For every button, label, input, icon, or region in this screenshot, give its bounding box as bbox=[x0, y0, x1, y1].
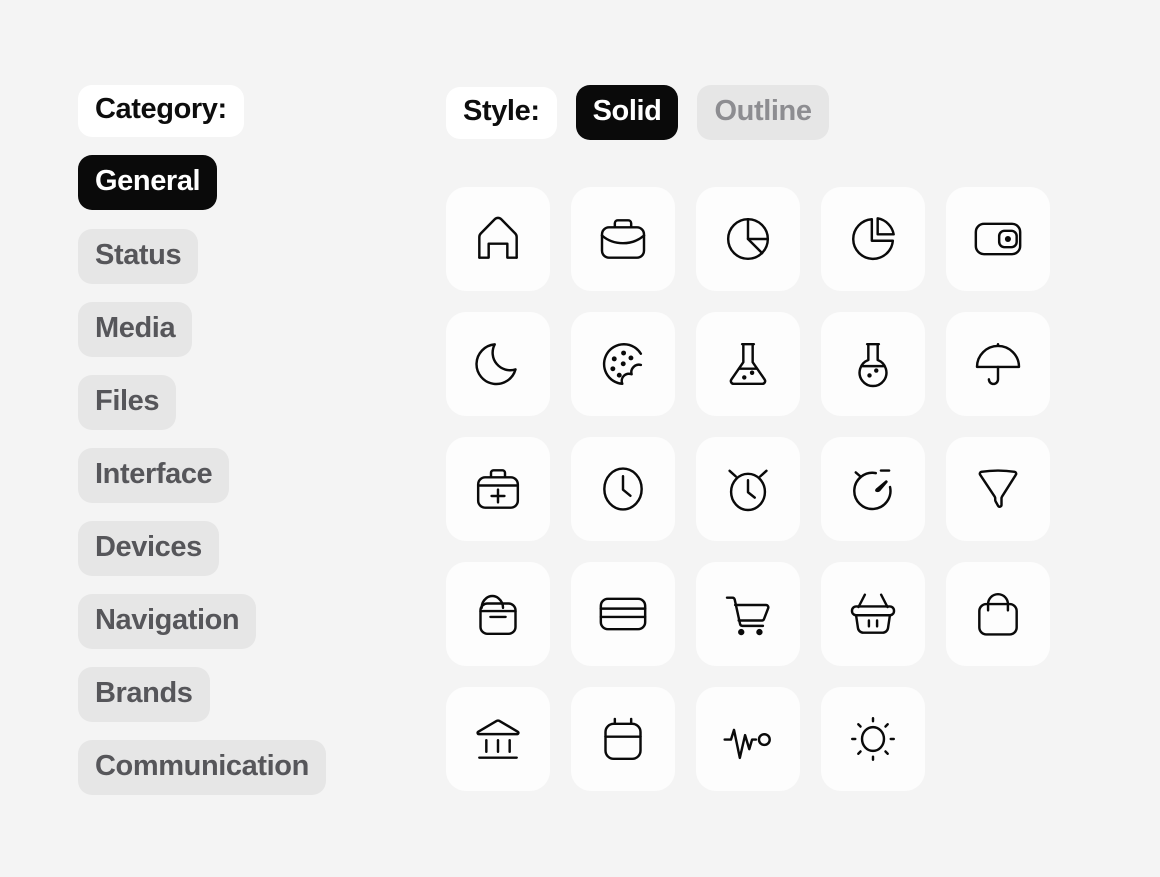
icon-card-credit-card[interactable] bbox=[571, 562, 675, 666]
icon-card-pulse-activity[interactable] bbox=[696, 687, 800, 791]
sun-icon bbox=[851, 717, 895, 761]
icon-card-clock[interactable] bbox=[571, 437, 675, 541]
icon-card-flask-round[interactable] bbox=[821, 312, 925, 416]
icon-card-bank[interactable] bbox=[446, 687, 550, 791]
sidebar-item-navigation[interactable]: Navigation bbox=[78, 594, 257, 649]
sidebar-item-interface[interactable]: Interface bbox=[78, 448, 230, 503]
style-option-solid[interactable]: Solid bbox=[575, 85, 679, 140]
category-sidebar: Category: General Status Media Files Int… bbox=[78, 85, 408, 813]
wallet-icon bbox=[974, 222, 1022, 256]
icon-grid bbox=[446, 187, 1052, 791]
sidebar-item-files[interactable]: Files bbox=[78, 375, 177, 430]
sidebar-item-general[interactable]: General bbox=[78, 155, 218, 210]
bank-icon bbox=[476, 719, 520, 759]
icon-card-stopwatch[interactable] bbox=[821, 437, 925, 541]
funnel-filter-icon bbox=[978, 469, 1018, 508]
stopwatch-icon bbox=[853, 469, 892, 511]
category-label: Category: bbox=[78, 85, 244, 137]
home-icon bbox=[478, 216, 518, 259]
style-toolbar: Style: Solid Outline bbox=[446, 85, 829, 140]
icon-card-funnel-filter[interactable] bbox=[946, 437, 1050, 541]
calendar-icon bbox=[604, 717, 642, 761]
pulse-activity-icon bbox=[723, 728, 771, 760]
icon-card-shopping-bag[interactable] bbox=[946, 562, 1050, 666]
package-box-icon bbox=[479, 594, 517, 636]
clock-icon bbox=[603, 467, 643, 511]
icon-card-wallet[interactable] bbox=[946, 187, 1050, 291]
icon-card-cookie[interactable] bbox=[571, 312, 675, 416]
pie-chart-icon bbox=[726, 217, 770, 261]
alarm-clock-icon bbox=[728, 469, 768, 512]
shopping-cart-icon bbox=[725, 596, 770, 636]
flask-round-icon bbox=[858, 342, 888, 388]
icon-card-package-box[interactable] bbox=[446, 562, 550, 666]
icon-card-moon[interactable] bbox=[446, 312, 550, 416]
icon-card-pie-chart[interactable] bbox=[696, 187, 800, 291]
style-label: Style: bbox=[446, 86, 557, 139]
credit-card-icon bbox=[599, 597, 647, 631]
icon-card-flask-conical[interactable] bbox=[696, 312, 800, 416]
sidebar-item-media[interactable]: Media bbox=[78, 302, 193, 357]
icon-card-shopping-basket[interactable] bbox=[821, 562, 925, 666]
umbrella-icon bbox=[975, 342, 1021, 386]
icon-card-briefcase[interactable] bbox=[571, 187, 675, 291]
icon-card-alarm-clock[interactable] bbox=[696, 437, 800, 541]
first-aid-kit-icon bbox=[476, 469, 520, 509]
flask-conical-icon bbox=[729, 342, 767, 386]
icon-card-sun[interactable] bbox=[821, 687, 925, 791]
icon-card-calendar[interactable] bbox=[571, 687, 675, 791]
moon-icon bbox=[475, 343, 517, 386]
sidebar-item-devices[interactable]: Devices bbox=[78, 521, 219, 576]
shopping-bag-icon bbox=[978, 592, 1018, 636]
briefcase-icon bbox=[600, 219, 646, 259]
sidebar-item-brands[interactable]: Brands bbox=[78, 667, 210, 722]
cookie-icon bbox=[602, 343, 643, 386]
icon-card-first-aid-kit[interactable] bbox=[446, 437, 550, 541]
icon-card-shopping-cart[interactable] bbox=[696, 562, 800, 666]
icon-card-pie-chart-separated[interactable] bbox=[821, 187, 925, 291]
shopping-basket-icon bbox=[850, 593, 896, 634]
icon-card-home[interactable] bbox=[446, 187, 550, 291]
sidebar-item-status[interactable]: Status bbox=[78, 229, 199, 284]
icon-card-umbrella[interactable] bbox=[946, 312, 1050, 416]
style-option-outline[interactable]: Outline bbox=[697, 85, 829, 140]
sidebar-item-communication[interactable]: Communication bbox=[78, 740, 326, 795]
pie-chart-separated-icon bbox=[852, 217, 895, 261]
